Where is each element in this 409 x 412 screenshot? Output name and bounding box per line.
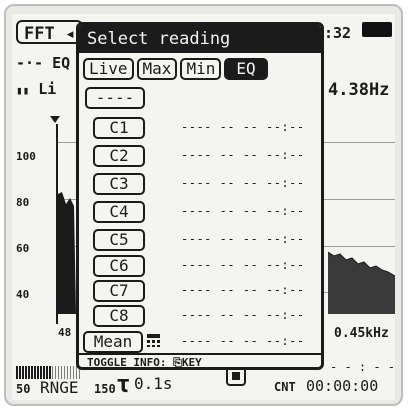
counter-top: - - : - - — [330, 360, 395, 374]
tab-max[interactable]: Max — [136, 58, 178, 80]
channel-c4-button[interactable]: C4 — [93, 201, 145, 223]
lcd-screen: FFT ◂ :32 -·- EQ ▮▮ Li 4.38Hz 100 80 60 … — [12, 14, 395, 400]
y-tick-label: 60 — [16, 242, 30, 255]
select-reading-dialog: Select reading Live Max Min EQ ---- C1 -… — [76, 22, 324, 370]
channel-c2-button[interactable]: C2 — [93, 145, 145, 167]
channel-c2-value: ---- -- -- --:-- — [181, 148, 305, 162]
channel-c3-value: ---- -- -- --:-- — [181, 176, 305, 190]
channel-c5-button[interactable]: C5 — [93, 229, 145, 251]
channel-c7-button[interactable]: C7 — [93, 280, 145, 302]
channel-c1-value: ---- -- -- --:-- — [181, 120, 305, 134]
y-tick-label: 100 — [16, 150, 36, 163]
channel-c7-value: ---- -- -- --:-- — [181, 283, 305, 297]
reading-tabs: Live Max Min EQ — [83, 58, 268, 80]
range-label: RNGE — [40, 378, 79, 397]
tab-eq[interactable]: EQ — [224, 58, 268, 80]
mode-label: FFT — [24, 24, 55, 44]
clock-readout: :32 — [324, 24, 352, 42]
counter-value: 00:00:00 — [306, 377, 379, 395]
mean-value: ---- -- -- --:-- — [181, 334, 305, 348]
x-start-label: 48 — [58, 326, 72, 339]
time-constant[interactable]: 0.1s — [134, 374, 173, 393]
x-end-label: 0.45kHz — [334, 326, 389, 341]
none-button[interactable]: ---- — [85, 87, 145, 109]
channel-c3-button[interactable]: C3 — [93, 173, 145, 195]
cursor-marker-icon — [50, 116, 60, 123]
mode-arrow-icon: ◂ — [64, 24, 76, 44]
channel-c4-value: ---- -- -- --:-- — [181, 204, 305, 218]
channel-c5-value: ---- -- -- --:-- — [181, 232, 305, 246]
channel-c6-button[interactable]: C6 — [93, 255, 145, 277]
channel-c1-button[interactable]: C1 — [93, 117, 145, 139]
channel-c6-value: ---- -- -- --:-- — [181, 258, 305, 272]
channel-c8-button[interactable]: C8 — [93, 305, 145, 327]
battery-icon — [362, 22, 392, 37]
mode-selector[interactable]: FFT ◂ — [16, 20, 84, 44]
y-tick-label: 80 — [16, 196, 30, 209]
divider — [79, 353, 321, 355]
dash-line-icon: -·- — [16, 54, 44, 72]
frequency-readout: 4.38Hz — [328, 80, 390, 100]
tab-live[interactable]: Live — [83, 58, 134, 80]
range-high: 150 — [94, 382, 116, 396]
toggle-info-hint: TOGGLE INFO: ⎘KEY — [87, 356, 202, 369]
channel-c8-value: ---- -- -- --:-- — [181, 308, 305, 322]
dialog-title: Select reading — [79, 25, 321, 53]
counter-label: CNT — [274, 380, 296, 394]
range-low: 50 — [16, 382, 31, 396]
bar-icon: ▮▮ — [16, 84, 30, 97]
legend-line-live: ▮▮ Li — [16, 80, 57, 98]
tab-min[interactable]: Min — [180, 58, 222, 80]
mean-button[interactable]: Mean — [83, 331, 143, 353]
y-tick-label: 40 — [16, 288, 30, 301]
tau-icon: τ — [116, 370, 131, 398]
legend-line-eq: -·- EQ — [16, 54, 71, 72]
calculator-icon — [147, 334, 160, 347]
